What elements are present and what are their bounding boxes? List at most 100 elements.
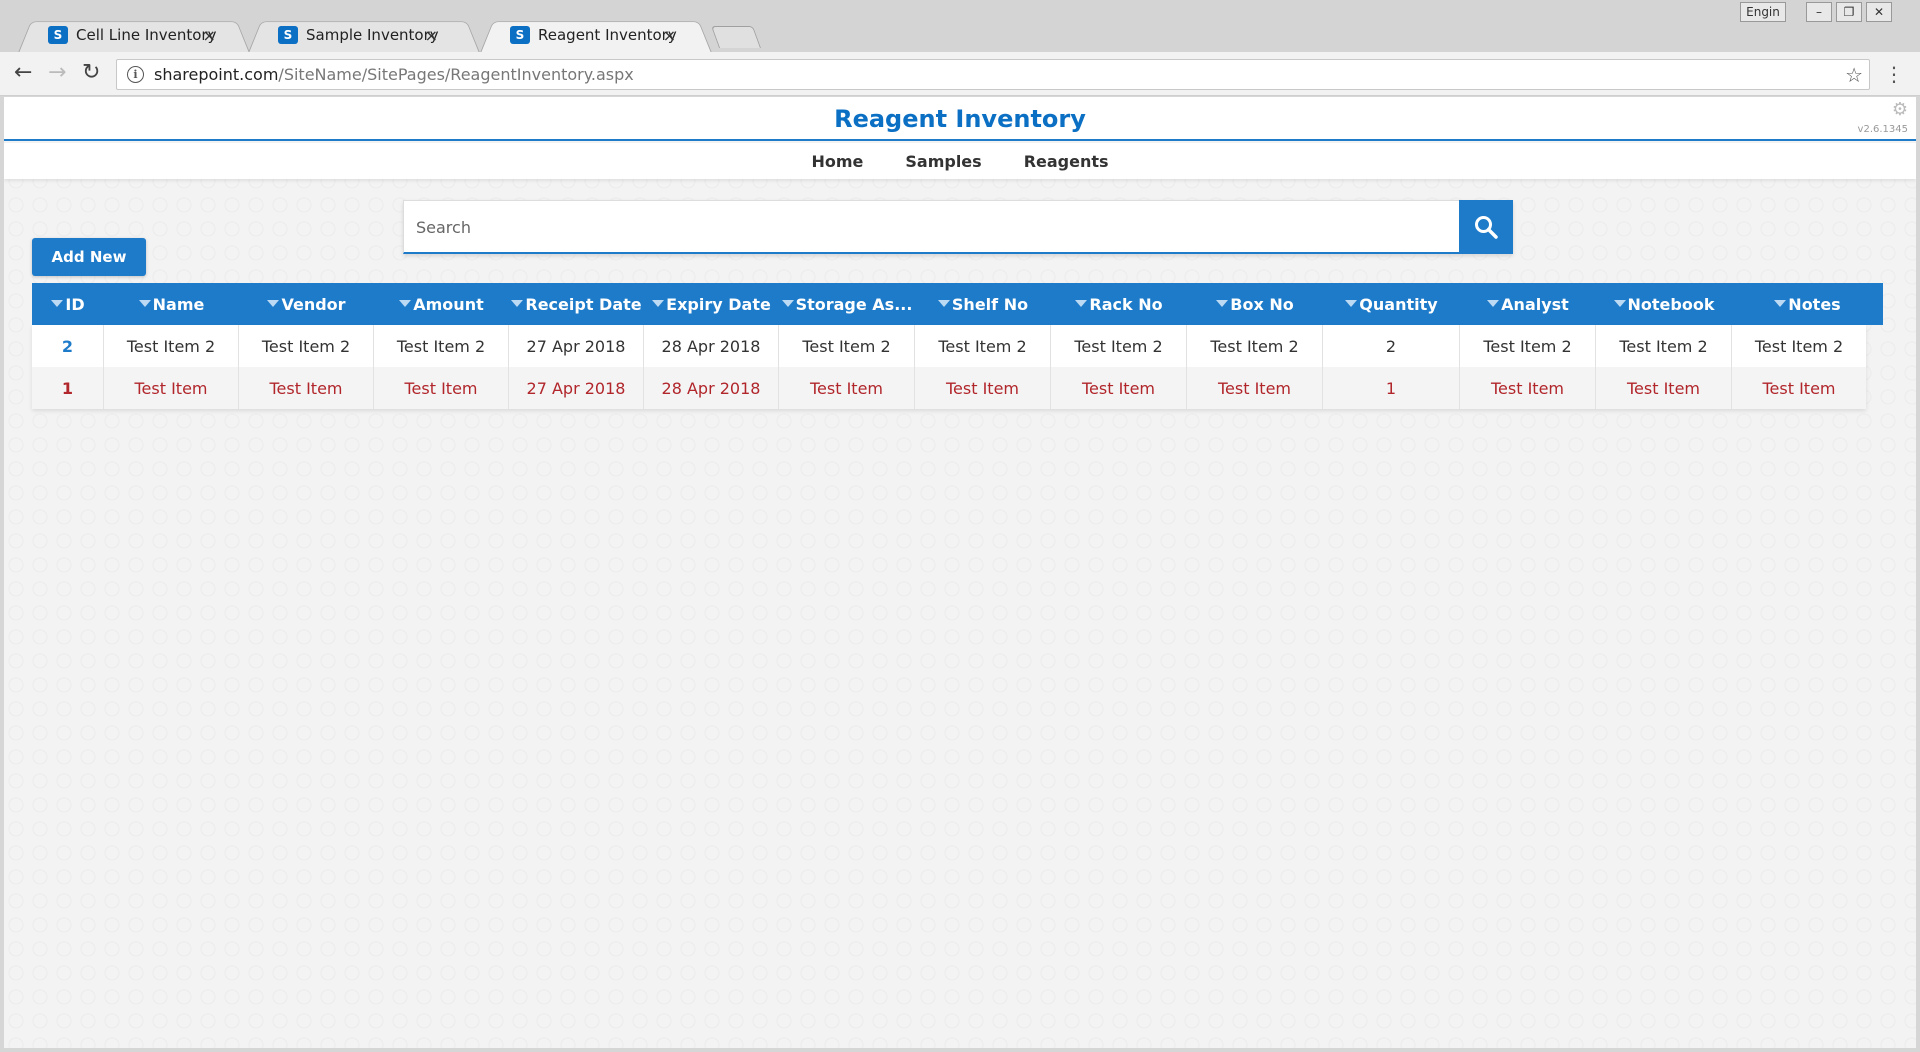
cell-notes: Test Item — [1762, 378, 1836, 398]
cell-id[interactable]: 1 — [32, 367, 104, 409]
gear-icon[interactable]: ⚙ — [1892, 99, 1908, 120]
filter-icon[interactable] — [1487, 299, 1500, 307]
filter-icon[interactable] — [138, 299, 151, 307]
cell-box-no: Test Item 2 — [1187, 325, 1323, 367]
cell-shelf-no: Test Item — [915, 367, 1051, 409]
nav-samples[interactable]: Samples — [905, 152, 981, 171]
filter-icon[interactable] — [781, 299, 794, 307]
page-header: Reagent Inventory ⚙ v2.6.1345 — [4, 97, 1916, 141]
address-bar[interactable]: i sharepoint.com/SiteName/SitePages/Reag… — [116, 59, 1870, 90]
cell-quantity: 1 — [1323, 367, 1460, 409]
column-header-notes[interactable]: Notes — [1732, 283, 1883, 325]
back-arrow-icon[interactable]: ← — [14, 62, 32, 84]
close-icon[interactable]: × — [425, 26, 438, 45]
cell-name: Test Item — [104, 367, 239, 409]
info-icon[interactable]: i — [127, 66, 144, 83]
cell-receipt-date: 27 Apr 2018 — [509, 325, 644, 367]
filter-icon[interactable] — [511, 299, 524, 307]
column-header-id[interactable]: ID — [32, 283, 104, 325]
filter-icon[interactable] — [1075, 299, 1088, 307]
column-header-rack-no[interactable]: Rack No — [1051, 283, 1187, 325]
filter-icon[interactable] — [1345, 299, 1358, 307]
filter-icon[interactable] — [1216, 299, 1229, 307]
bookmark-star-icon[interactable]: ☆ — [1845, 63, 1863, 87]
column-header-label: Rack No — [1089, 294, 1163, 314]
tab-label: Sample Inventory — [306, 26, 439, 44]
grid-body: 2 Test Item 2 Test Item 2 Test Item 2 27… — [32, 325, 1866, 409]
search-input[interactable] — [404, 201, 1456, 253]
column-header-storage[interactable]: Storage As... — [779, 283, 915, 325]
browser-menu-icon[interactable]: ⋮ — [1884, 62, 1904, 86]
column-header-notebook[interactable]: Notebook — [1596, 283, 1732, 325]
column-header-shelf-no[interactable]: Shelf No — [915, 283, 1051, 325]
cell-notebook: Test Item — [1596, 367, 1732, 409]
page-title: Reagent Inventory — [834, 105, 1086, 133]
tab-label: Cell Line Inventory — [76, 26, 217, 44]
cell-notebook: Test Item 2 — [1596, 325, 1732, 367]
grid-header: ID Name Vendor Amount Receipt Date Expir… — [32, 283, 1883, 325]
filter-icon[interactable] — [652, 299, 665, 307]
column-header-amount[interactable]: Amount — [374, 283, 509, 325]
column-header-label: Shelf No — [951, 294, 1029, 314]
column-header-label: Receipt Date — [525, 294, 642, 314]
cell-vendor: Test Item 2 — [239, 325, 374, 367]
url-host: sharepoint.com — [154, 65, 279, 84]
column-header-label: Notebook — [1627, 294, 1715, 314]
cell-name: Test Item 2 — [104, 325, 239, 367]
column-header-label: Analyst — [1501, 294, 1569, 314]
version-label: v2.6.1345 — [1857, 124, 1908, 135]
cell-amount: Test Item — [374, 367, 509, 409]
column-header-label: Quantity — [1359, 294, 1438, 314]
close-window-icon[interactable]: ✕ — [1866, 2, 1892, 22]
filter-icon[interactable] — [399, 299, 412, 307]
forward-arrow-icon[interactable]: → — [48, 62, 66, 84]
table-row[interactable]: 2 Test Item 2 Test Item 2 Test Item 2 27… — [32, 325, 1866, 367]
sharepoint-icon: S — [510, 26, 530, 44]
filter-icon[interactable] — [51, 299, 64, 307]
nav-reagents[interactable]: Reagents — [1024, 152, 1109, 171]
column-header-expiry-date[interactable]: Expiry Date — [644, 283, 779, 325]
tab-sample-inventory[interactable]: S Sample Inventory × — [248, 17, 480, 53]
cell-expiry-date: 28 Apr 2018 — [644, 325, 779, 367]
filter-icon[interactable] — [937, 299, 950, 307]
minimize-icon[interactable]: – — [1806, 2, 1832, 22]
user-profile-badge[interactable]: Engin — [1740, 2, 1786, 22]
cell-amount: Test Item 2 — [374, 325, 509, 367]
close-icon[interactable]: × — [663, 26, 676, 45]
new-tab-button[interactable] — [710, 26, 762, 48]
reload-icon[interactable]: ↻ — [82, 62, 100, 84]
column-header-analyst[interactable]: Analyst — [1460, 283, 1596, 325]
filter-icon[interactable] — [1613, 299, 1626, 307]
cell-storage: Test Item 2 — [779, 325, 915, 367]
nav-home[interactable]: Home — [811, 152, 863, 171]
cell-rack-no: Test Item 2 — [1051, 325, 1187, 367]
cell-analyst: Test Item — [1460, 367, 1596, 409]
column-header-label: Expiry Date — [666, 294, 771, 314]
search-box — [403, 200, 1513, 254]
browser-titlebar: S Cell Line Inventory × S Sample Invento… — [0, 0, 1920, 53]
cell-expiry-date: 28 Apr 2018 — [644, 367, 779, 409]
cell-box-no: Test Item — [1187, 367, 1323, 409]
column-header-quantity[interactable]: Quantity — [1323, 283, 1460, 325]
column-header-label: ID — [65, 294, 85, 314]
filter-icon[interactable] — [267, 299, 280, 307]
column-header-name[interactable]: Name — [104, 283, 239, 325]
close-icon[interactable]: × — [202, 26, 215, 45]
cell-quantity: 2 — [1323, 325, 1460, 367]
restore-icon[interactable]: ❐ — [1836, 2, 1862, 22]
page-content: Reagent Inventory ⚙ v2.6.1345 Home Sampl… — [4, 97, 1916, 1048]
cell-analyst: Test Item 2 — [1460, 325, 1596, 367]
cell-receipt-date: 27 Apr 2018 — [509, 367, 644, 409]
cell-id[interactable]: 2 — [32, 325, 104, 367]
search-button[interactable] — [1459, 200, 1513, 254]
column-header-box-no[interactable]: Box No — [1187, 283, 1323, 325]
filter-icon[interactable] — [1774, 299, 1787, 307]
table-row[interactable]: 1 Test Item Test Item Test Item 27 Apr 2… — [32, 367, 1866, 409]
column-header-vendor[interactable]: Vendor — [239, 283, 374, 325]
tab-reagent-inventory[interactable]: S Reagent Inventory × — [480, 17, 712, 53]
add-new-button[interactable]: Add New — [32, 238, 146, 276]
top-navigation: Home Samples Reagents — [4, 143, 1916, 179]
reagent-grid: ID Name Vendor Amount Receipt Date Expir… — [32, 283, 1883, 409]
column-header-receipt-date[interactable]: Receipt Date — [509, 283, 644, 325]
tab-cell-line-inventory[interactable]: S Cell Line Inventory × — [18, 17, 250, 53]
